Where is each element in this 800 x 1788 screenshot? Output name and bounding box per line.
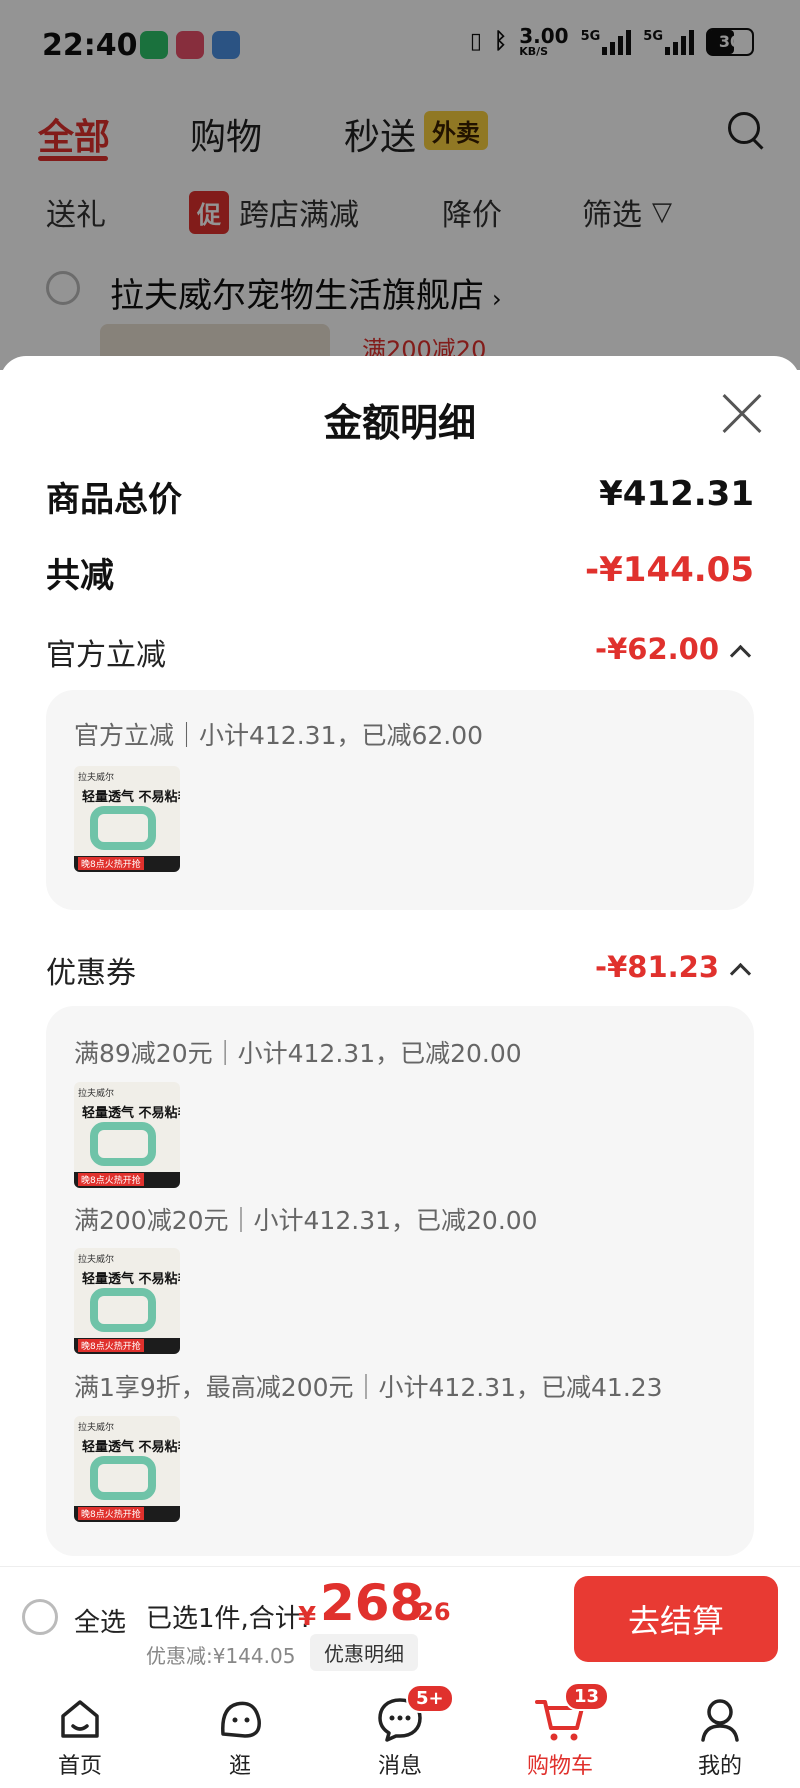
product-image-logo: 拉夫威尔 [78,1423,115,1433]
product-image: 拉夫威尔 轻量透气 不易粘毛 晚8点火热开抢 [74,1416,180,1522]
coupon-item-detail: 满1享9折，最高减200元｜小计412.31，已减41.23 [74,1373,663,1402]
cart-badge: 13 [564,1682,610,1711]
select-all-label[interactable]: 全选 [74,1602,126,1639]
sheet-title: 金额明细 [323,401,476,445]
harness-graphic [90,1288,156,1332]
product-image-logo: 拉夫威尔 [78,1089,115,1099]
harness-graphic [90,806,156,850]
harness-graphic [90,1122,156,1166]
total-reduce-label: 共减 [46,556,114,596]
product-image: 拉夫威尔 轻量透气 不易粘毛 晚8点火热开抢 [74,1082,180,1188]
product-image-headline: 轻量透气 不易粘毛 [82,1440,180,1455]
product-image-headline: 轻量透气 不易粘毛 [82,790,180,805]
coupon-label: 优惠券 [46,956,136,991]
browse-icon [221,1701,261,1738]
modal-overlay[interactable] [0,0,800,370]
official-reduce-label: 官方立减 [46,638,166,673]
nav-profile[interactable]: 我的 [640,1690,800,1779]
nav-browse[interactable]: 逛 [160,1690,320,1779]
coupon-toggle[interactable]: -¥81.23 [595,950,752,985]
nav-profile-label: 我的 [697,1754,742,1779]
nav-home[interactable]: 首页 [0,1690,160,1779]
product-image-tag: 晚8点火热开抢 [78,857,144,870]
checkout-button[interactable]: 去结算 [574,1576,778,1662]
selection-summary: 已选1件,合计: [146,1604,310,1634]
product-image: 拉夫威尔 轻量透气 不易粘毛 晚8点火热开抢 [74,766,180,872]
product-image: 拉夫威尔 轻量透气 不易粘毛 晚8点火热开抢 [74,1248,180,1354]
discount-detail-button[interactable]: 优惠明细 [310,1634,418,1671]
coupon-item-detail: 满200减20元｜小计412.31，已减20.00 [74,1206,538,1235]
harness-graphic [90,1456,156,1500]
total-reduce-value: -¥144.05 [585,550,754,590]
discount-summary: 优惠减:¥144.05 [146,1644,296,1668]
message-badge: 5+ [406,1684,454,1713]
nav-cart-label: 购物车 [526,1754,593,1779]
product-image-logo: 拉夫威尔 [78,773,115,783]
profile-icon [701,1699,739,1742]
product-image-tag: 晚8点火热开抢 [78,1173,144,1186]
nav-home-label: 首页 [57,1754,102,1779]
product-image-tag: 晚8点火热开抢 [78,1339,144,1352]
nav-messages[interactable]: 5+ 消息 [320,1684,480,1779]
close-icon[interactable] [722,394,762,434]
total-currency: ¥ [298,1602,317,1632]
chevron-up-icon [729,962,752,985]
coupon-item-detail: 满89减20元｜小计412.31，已减20.00 [74,1039,522,1068]
product-image-logo: 拉夫威尔 [78,1255,115,1265]
product-image-headline: 轻量透气 不易粘毛 [82,1106,180,1121]
product-image-headline: 轻量透气 不易粘毛 [82,1272,180,1287]
checkout-label: 去结算 [627,1602,724,1640]
nav-browse-label: 逛 [228,1754,251,1779]
select-all-checkbox[interactable] [22,1599,58,1635]
home-icon [61,1700,99,1738]
nav-cart[interactable]: 13 购物车 [480,1682,640,1779]
chevron-up-icon [729,644,752,667]
total-price-decimal: .26 [408,1598,451,1626]
nav-messages-label: 消息 [377,1754,422,1779]
goods-total-value: ¥412.31 [599,474,754,514]
product-image-tag: 晚8点火热开抢 [78,1507,144,1520]
official-reduce-value: -¥62.00 [595,632,719,666]
official-reduce-detail: 官方立减｜小计412.31，已减62.00 [74,721,484,750]
coupon-value: -¥81.23 [595,950,719,984]
goods-total-label: 商品总价 [46,480,182,520]
official-reduce-toggle[interactable]: -¥62.00 [595,632,752,667]
